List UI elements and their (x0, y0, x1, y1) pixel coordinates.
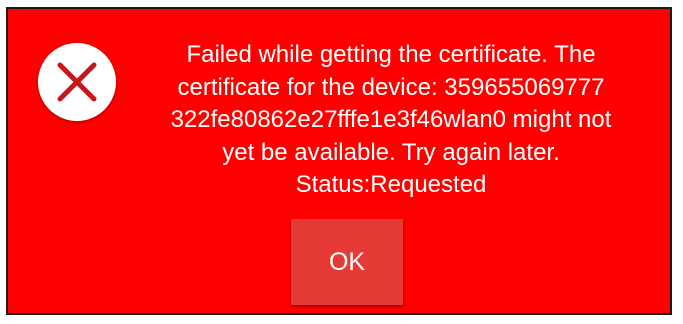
error-x-icon (38, 43, 116, 121)
message-line: 322fe80862e27fffe1e3f46wlan0 might not (170, 106, 612, 133)
ok-button[interactable]: OK (291, 219, 403, 305)
error-dialog: Failed while getting the certificate. Th… (6, 7, 672, 315)
message-line: Failed while getting the certificate. Th… (186, 41, 596, 68)
status-line: Status:Requested (295, 171, 487, 198)
error-message: Failed while getting the certificate. Th… (126, 39, 656, 202)
message-line: yet be available. Try again later. (222, 138, 560, 166)
message-line: certificate for the device: 359655069777 (177, 73, 605, 101)
